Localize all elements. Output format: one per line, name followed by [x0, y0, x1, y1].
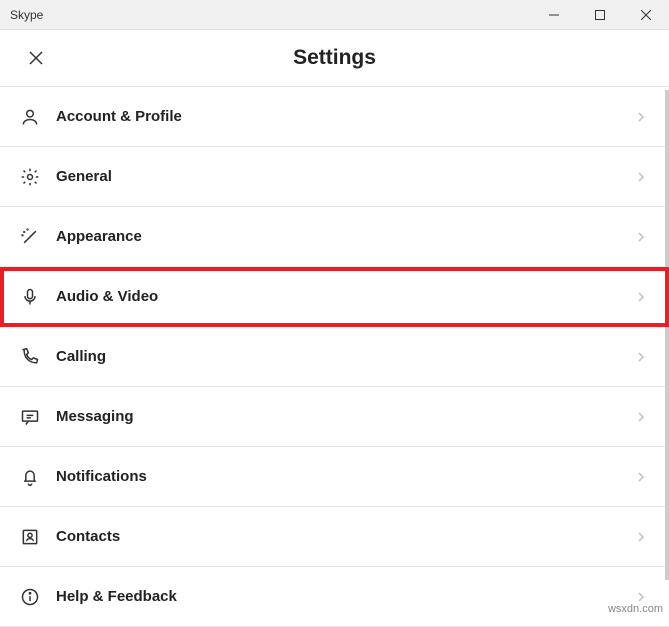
row-label: Help & Feedback — [56, 588, 631, 605]
row-label: Audio & Video — [56, 288, 631, 305]
titlebar: Skype — [0, 0, 669, 30]
settings-row-appearance[interactable]: Appearance — [0, 207, 669, 267]
window-title: Skype — [10, 8, 531, 22]
settings-row-account-profile[interactable]: Account & Profile — [0, 87, 669, 147]
gear-icon — [18, 165, 42, 189]
page-title: Settings — [0, 46, 669, 70]
chevron-right-icon — [631, 467, 651, 487]
row-label: Appearance — [56, 228, 631, 245]
settings-row-general[interactable]: General — [0, 147, 669, 207]
minimize-button[interactable] — [531, 0, 577, 29]
close-window-button[interactable] — [623, 0, 669, 29]
settings-list: Account & Profile General Appearance Aud… — [0, 86, 669, 627]
row-label: Calling — [56, 348, 631, 365]
message-icon — [18, 405, 42, 429]
close-icon[interactable] — [24, 46, 48, 70]
settings-row-calling[interactable]: Calling — [0, 327, 669, 387]
settings-header: Settings — [0, 30, 669, 86]
chevron-right-icon — [631, 227, 651, 247]
chevron-right-icon — [631, 167, 651, 187]
settings-row-audio-video[interactable]: Audio & Video — [0, 267, 669, 327]
person-icon — [18, 105, 42, 129]
settings-row-contacts[interactable]: Contacts — [0, 507, 669, 567]
row-label: Account & Profile — [56, 108, 631, 125]
chevron-right-icon — [631, 407, 651, 427]
microphone-icon — [18, 285, 42, 309]
chevron-right-icon — [631, 527, 651, 547]
row-label: Contacts — [56, 528, 631, 545]
chevron-right-icon — [631, 347, 651, 367]
scrollbar[interactable] — [665, 90, 669, 580]
contacts-icon — [18, 525, 42, 549]
settings-row-messaging[interactable]: Messaging — [0, 387, 669, 447]
row-label: Notifications — [56, 468, 631, 485]
chevron-right-icon — [631, 287, 651, 307]
settings-row-help-feedback[interactable]: Help & Feedback — [0, 567, 669, 627]
settings-row-notifications[interactable]: Notifications — [0, 447, 669, 507]
phone-icon — [18, 345, 42, 369]
chevron-right-icon — [631, 107, 651, 127]
window-controls — [531, 0, 669, 29]
row-label: General — [56, 168, 631, 185]
row-label: Messaging — [56, 408, 631, 425]
info-icon — [18, 585, 42, 609]
wand-icon — [18, 225, 42, 249]
maximize-button[interactable] — [577, 0, 623, 29]
watermark: wsxdn.com — [608, 603, 663, 615]
bell-icon — [18, 465, 42, 489]
